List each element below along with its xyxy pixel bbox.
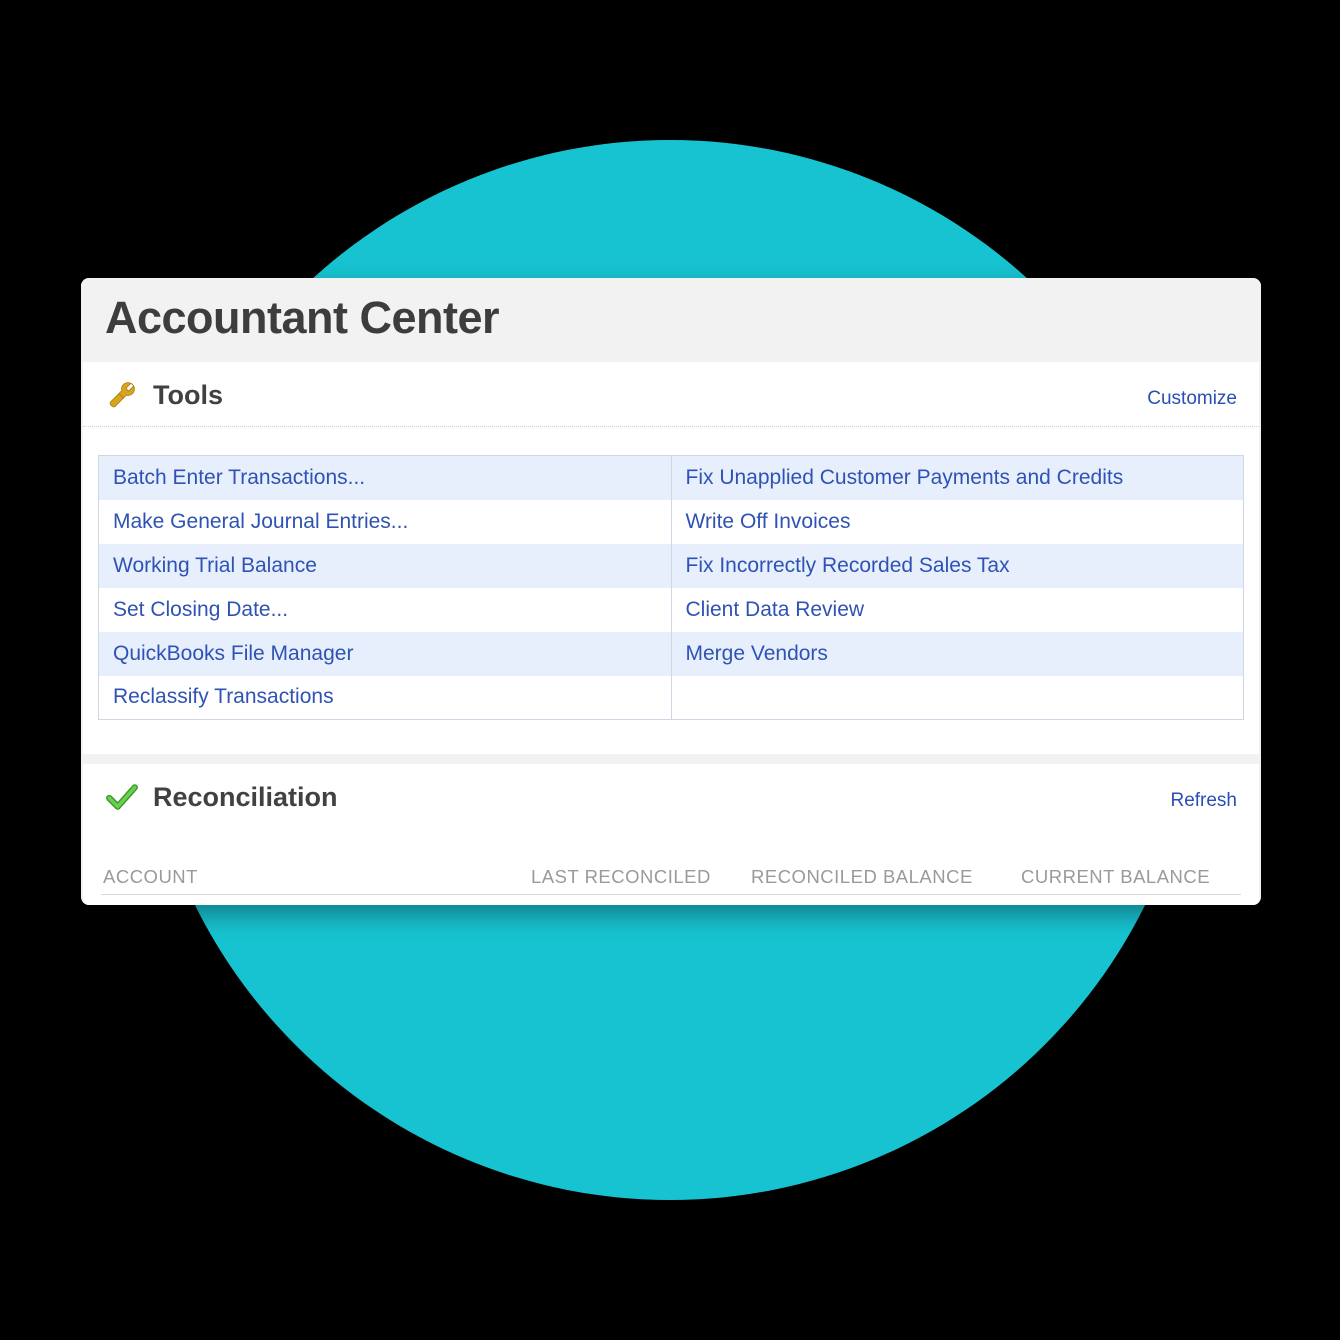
tools-panel-body: Batch Enter Transactions... Fix Unapplie…: [83, 427, 1259, 754]
tool-write-off-invoices[interactable]: Write Off Invoices: [671, 500, 1244, 544]
tool-batch-enter-transactions[interactable]: Batch Enter Transactions...: [99, 456, 672, 500]
column-current-balance: CURRENT BALANCE: [1021, 866, 1241, 888]
reconciliation-panel-title: Reconciliation: [153, 782, 338, 813]
tool-fix-incorrectly-recorded-sales-tax[interactable]: Fix Incorrectly Recorded Sales Tax: [671, 544, 1244, 588]
reconciliation-panel-head: Reconciliation Refresh: [83, 764, 1259, 828]
window-title: Accountant Center: [105, 292, 1237, 344]
tool-quickbooks-file-manager[interactable]: QuickBooks File Manager: [99, 632, 672, 676]
column-account: ACCOUNT: [101, 866, 531, 888]
tool-merge-vendors[interactable]: Merge Vendors: [671, 632, 1244, 676]
tools-panel-title: Tools: [153, 380, 223, 411]
customize-link[interactable]: Customize: [1147, 388, 1237, 412]
tool-make-general-journal-entries[interactable]: Make General Journal Entries...: [99, 500, 672, 544]
tool-fix-unapplied-customer-payments[interactable]: Fix Unapplied Customer Payments and Cred…: [671, 456, 1244, 500]
refresh-link[interactable]: Refresh: [1170, 790, 1237, 814]
tool-reclassify-transactions[interactable]: Reclassify Transactions: [99, 676, 672, 720]
window-header: Accountant Center: [81, 278, 1261, 362]
tool-empty-cell: [671, 676, 1244, 720]
column-reconciled-balance: RECONCILED BALANCE: [751, 866, 1021, 888]
tool-set-closing-date[interactable]: Set Closing Date...: [99, 588, 672, 632]
column-last-reconciled: LAST RECONCILED: [531, 866, 751, 888]
wrench-icon: [105, 378, 139, 412]
tools-panel-head: Tools Customize: [83, 362, 1259, 427]
reconciliation-columns: ACCOUNT LAST RECONCILED RECONCILED BALAN…: [101, 860, 1241, 895]
tools-panel: Tools Customize Batch Enter Transactions…: [83, 362, 1259, 754]
reconciliation-panel: Reconciliation Refresh ACCOUNT LAST RECO…: [83, 764, 1259, 905]
tool-client-data-review[interactable]: Client Data Review: [671, 588, 1244, 632]
tools-table: Batch Enter Transactions... Fix Unapplie…: [98, 455, 1244, 720]
accountant-center-window: Accountant Center Tools Customize Batch …: [81, 278, 1261, 905]
reconciliation-panel-body: ACCOUNT LAST RECONCILED RECONCILED BALAN…: [83, 828, 1259, 905]
tool-working-trial-balance[interactable]: Working Trial Balance: [99, 544, 672, 588]
checkmark-icon: [105, 780, 139, 814]
